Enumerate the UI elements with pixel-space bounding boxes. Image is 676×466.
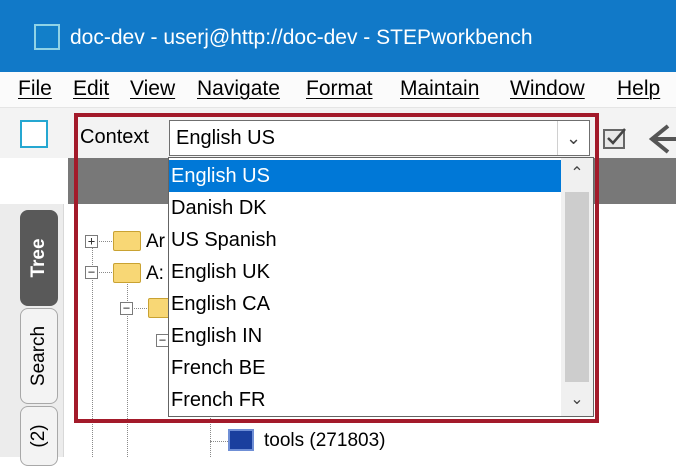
chevron-up-icon[interactable]: ⌃ [561,158,593,190]
tree-line [210,441,228,442]
menu-format[interactable]: Format [306,77,373,101]
tab-search-label: Search [28,325,49,387]
tab-count[interactable]: (2) [20,406,58,466]
tab-tree-label: Tree [28,238,49,278]
tree-line [210,418,211,457]
tab-search[interactable]: Search [20,308,58,404]
menu-help[interactable]: Help [617,77,660,101]
menu-bar: File Edit View Navigate Format Maintain … [0,72,676,108]
title-bar: doc-dev - userj@http://doc-dev - STEPwor… [0,0,676,72]
option-french-be[interactable]: French BE [169,352,561,384]
collapse-node-2[interactable]: − [85,266,98,279]
option-english-us[interactable]: English US [169,160,561,192]
app-icon [34,24,60,50]
menu-navigate[interactable]: Navigate [197,77,280,101]
option-english-uk[interactable]: English UK [169,256,561,288]
folder-icon [148,298,170,318]
tree-node-1-label[interactable]: Ar [146,231,165,253]
back-arrow-icon[interactable] [648,124,676,154]
approve-icon[interactable] [603,128,626,149]
scrollbar-thumb[interactable] [565,192,589,382]
tab-count-label: (2) [28,424,49,448]
option-danish-dk[interactable]: Danish DK [169,192,561,224]
product-icon [228,429,254,451]
expand-node-1[interactable]: + [85,235,98,248]
folder-icon [113,263,141,283]
tree-node-tools-label[interactable]: tools (271803) [264,430,385,452]
option-french-fr[interactable]: French FR [169,384,561,416]
option-english-in[interactable]: English IN [169,320,561,352]
toolbar-icons [600,118,676,158]
chevron-down-icon[interactable]: ⌄ [557,121,589,155]
option-us-spanish[interactable]: US Spanish [169,224,561,256]
tree-node-2-label[interactable]: A: [146,263,164,285]
context-select-value: English US [176,127,275,149]
option-english-ca[interactable]: English CA [169,288,561,320]
menu-maintain[interactable]: Maintain [400,77,479,101]
dropdown-scrollbar[interactable]: ⌃ ⌄ [561,158,593,416]
chevron-down-icon[interactable]: ⌄ [561,384,593,416]
folder-icon [113,231,141,251]
tab-tree[interactable]: Tree [20,210,58,306]
collapse-node-3[interactable]: − [120,302,133,315]
context-select[interactable]: English US ⌄ [169,120,590,156]
menu-window[interactable]: Window [510,77,585,101]
new-window-icon[interactable] [20,120,48,148]
context-dropdown-list: English US Danish DK US Spanish English … [168,157,594,417]
menu-edit[interactable]: Edit [73,77,109,101]
tree-line [92,248,93,457]
side-tab-panel: Tree Search (2) [0,204,64,466]
context-label: Context [80,126,149,148]
menu-file[interactable]: File [18,77,52,101]
window-title: doc-dev - userj@http://doc-dev - STEPwor… [70,26,533,49]
menu-view[interactable]: View [130,77,175,101]
